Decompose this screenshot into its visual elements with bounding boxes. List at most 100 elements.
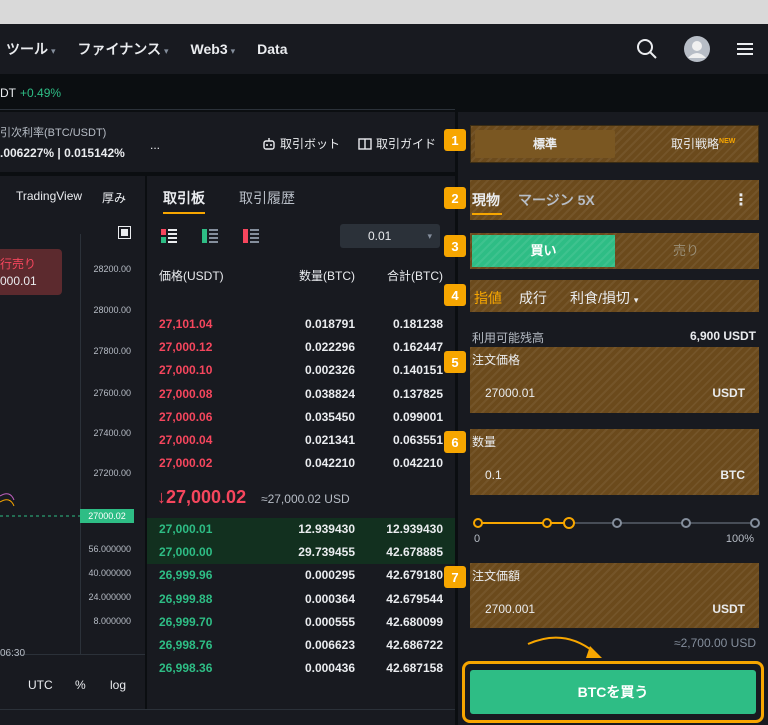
trade-bot-link[interactable]: 取引ボット bbox=[262, 135, 340, 152]
tab-order-book[interactable]: 取引板 bbox=[163, 188, 205, 208]
bid-row[interactable]: 27,000.00 29.739455 42.678885 bbox=[147, 541, 455, 565]
ask-row[interactable]: 27,000.02 0.042210 0.042210 bbox=[147, 452, 455, 475]
log-toggle[interactable]: log bbox=[110, 678, 126, 692]
qty-input[interactable]: 0.1 BTC bbox=[470, 456, 759, 494]
step-badge-7: 7 bbox=[444, 566, 466, 588]
spot-underline bbox=[472, 213, 502, 215]
order-type-tabs: 指値 成行 利食/損切 ▾ bbox=[470, 280, 759, 312]
cell-total: 42.678885 bbox=[386, 545, 443, 560]
tab-spot[interactable]: 現物 bbox=[472, 190, 500, 210]
buy-tab[interactable]: 買い bbox=[472, 235, 615, 267]
current-price-tag: 27000.02 bbox=[80, 509, 134, 523]
cell-price: 26,998.76 bbox=[159, 638, 213, 652]
slider-stop[interactable] bbox=[563, 517, 576, 529]
tab-underline bbox=[163, 212, 205, 214]
total-input[interactable]: 2700.001 USDT bbox=[470, 590, 759, 628]
cell-qty: 0.021341 bbox=[304, 433, 355, 447]
step-badge-1: 1 bbox=[444, 129, 466, 151]
slider-stop[interactable] bbox=[473, 518, 483, 528]
slider-stop[interactable] bbox=[542, 518, 553, 528]
price-label: 注文価格 bbox=[472, 353, 521, 367]
bottom-bar bbox=[0, 709, 455, 725]
cell-price: 26,999.88 bbox=[159, 591, 213, 606]
cell-price: 27,000.10 bbox=[159, 363, 213, 378]
nav-finance[interactable]: ファイナンス ▾ bbox=[78, 39, 169, 59]
sell-tab[interactable]: 売り bbox=[615, 235, 757, 267]
tab-trade-history[interactable]: 取引履歴 bbox=[239, 188, 295, 208]
price-axis-label: 27800.00 bbox=[93, 346, 131, 356]
more-menu-icon[interactable]: ⋮ bbox=[733, 190, 749, 210]
price-input[interactable]: 27000.01 USDT bbox=[470, 374, 759, 412]
nav-tools[interactable]: ツール ▾ bbox=[6, 39, 56, 59]
cell-total: 12.939430 bbox=[386, 522, 443, 536]
qty-slider[interactable] bbox=[472, 514, 760, 534]
order-type-market[interactable]: 成行 bbox=[519, 288, 547, 308]
total-field-group: 注文価額 2700.001 USDT bbox=[470, 563, 759, 628]
cell-price: 26,999.96 bbox=[159, 568, 213, 583]
cell-price: 27,000.02 bbox=[159, 456, 213, 471]
trade-guide-link[interactable]: 取引ガイド bbox=[358, 135, 436, 152]
cell-price: 26,999.70 bbox=[159, 614, 213, 629]
price-axis-label: 28200.00 bbox=[93, 264, 131, 274]
mode-standard-button[interactable]: 標準 bbox=[475, 130, 615, 158]
bid-row[interactable]: 26,998.36 0.000436 42.687158 bbox=[147, 657, 455, 680]
nav-data[interactable]: Data bbox=[257, 41, 287, 57]
qty-field-group: 数量 0.1 BTC bbox=[470, 429, 759, 495]
utc-toggle[interactable]: UTC bbox=[28, 678, 53, 692]
view-both-icon[interactable] bbox=[161, 229, 177, 243]
search-icon[interactable] bbox=[636, 38, 658, 60]
price-field-group: 注文価格 27000.01 USDT bbox=[470, 347, 759, 413]
view-asks-icon[interactable] bbox=[243, 229, 259, 243]
buy-btc-button[interactable]: BTCを買う bbox=[470, 670, 756, 714]
slider-stop[interactable] bbox=[750, 518, 760, 528]
cell-total: 42.686722 bbox=[386, 638, 443, 652]
avatar-icon[interactable] bbox=[684, 36, 710, 62]
bid-row[interactable]: 26,999.88 0.000364 42.679544 bbox=[147, 588, 455, 611]
cell-qty: 0.000295 bbox=[304, 568, 355, 583]
bid-row[interactable]: 26,999.70 0.000555 42.680099 bbox=[147, 611, 455, 634]
ticker-pair: DT bbox=[0, 85, 16, 100]
bid-row[interactable]: 27,000.01 12.939430 12.939430 bbox=[147, 518, 455, 541]
sell-tooltip[interactable]: 行売り 000.01 bbox=[0, 249, 62, 295]
cell-price: 27,000.04 bbox=[159, 433, 213, 447]
nav-web3[interactable]: Web3 ▾ bbox=[191, 41, 236, 57]
more-dots[interactable]: ... bbox=[150, 138, 160, 152]
percent-toggle[interactable]: % bbox=[75, 678, 86, 692]
market-type-tabs: 現物 マージン 5X ⋮ bbox=[470, 180, 759, 220]
order-type-tpsl[interactable]: 利食/損切 ▾ bbox=[570, 288, 638, 308]
ask-row[interactable]: 27,000.10 0.002326 0.140151 bbox=[147, 359, 455, 382]
cell-total: 0.063551 bbox=[392, 433, 443, 447]
cell-qty: 0.006623 bbox=[304, 638, 355, 652]
slider-stop[interactable] bbox=[611, 518, 622, 528]
cell-price: 27,000.06 bbox=[159, 409, 213, 424]
view-bids-icon[interactable] bbox=[202, 229, 218, 243]
ask-row[interactable]: 27,000.08 0.038824 0.137825 bbox=[147, 383, 455, 406]
cell-qty: 0.000364 bbox=[304, 591, 355, 606]
slider-stop[interactable] bbox=[680, 518, 691, 528]
top-navbar: ツール ▾ ファイナンス ▾ Web3 ▾ Data bbox=[0, 24, 768, 74]
bid-row[interactable]: 26,999.96 0.000295 42.679180 bbox=[147, 564, 455, 587]
tab-tradingview[interactable]: TradingView bbox=[16, 189, 82, 203]
fullscreen-icon[interactable] bbox=[118, 226, 131, 239]
step-badge-6: 6 bbox=[444, 431, 466, 453]
mode-strategy-button[interactable]: 取引戦略NEW bbox=[671, 135, 735, 152]
menu-icon[interactable] bbox=[736, 41, 754, 57]
chevron-down-icon: ▾ bbox=[427, 231, 432, 241]
ask-row[interactable]: 27,000.06 0.035450 0.099001 bbox=[147, 406, 455, 429]
price-line bbox=[0, 493, 80, 517]
precision-select[interactable]: 0.01 ▾ bbox=[340, 224, 440, 248]
tab-margin[interactable]: マージン 5X bbox=[518, 190, 595, 210]
header-price: 価格(USDT) bbox=[159, 269, 224, 283]
ask-row[interactable]: 27,000.12 0.022296 0.162447 bbox=[147, 336, 455, 359]
chevron-down-icon: ▾ bbox=[230, 46, 236, 56]
available-label: 利用可能残高 bbox=[472, 331, 545, 345]
cell-qty: 0.002326 bbox=[304, 363, 355, 378]
order-type-limit[interactable]: 指値 bbox=[474, 288, 502, 308]
ask-row[interactable]: 27,000.04 0.021341 0.063551 bbox=[147, 429, 455, 452]
side-tabs: 買い 売り bbox=[470, 233, 759, 269]
cell-qty: 0.038824 bbox=[304, 386, 355, 401]
bid-row[interactable]: 26,998.76 0.006623 42.686722 bbox=[147, 634, 455, 657]
tab-depth[interactable]: 厚み bbox=[102, 189, 126, 206]
cell-total: 0.099001 bbox=[392, 409, 443, 424]
ask-row[interactable]: 27,101.04 0.018791 0.181238 bbox=[147, 313, 455, 336]
